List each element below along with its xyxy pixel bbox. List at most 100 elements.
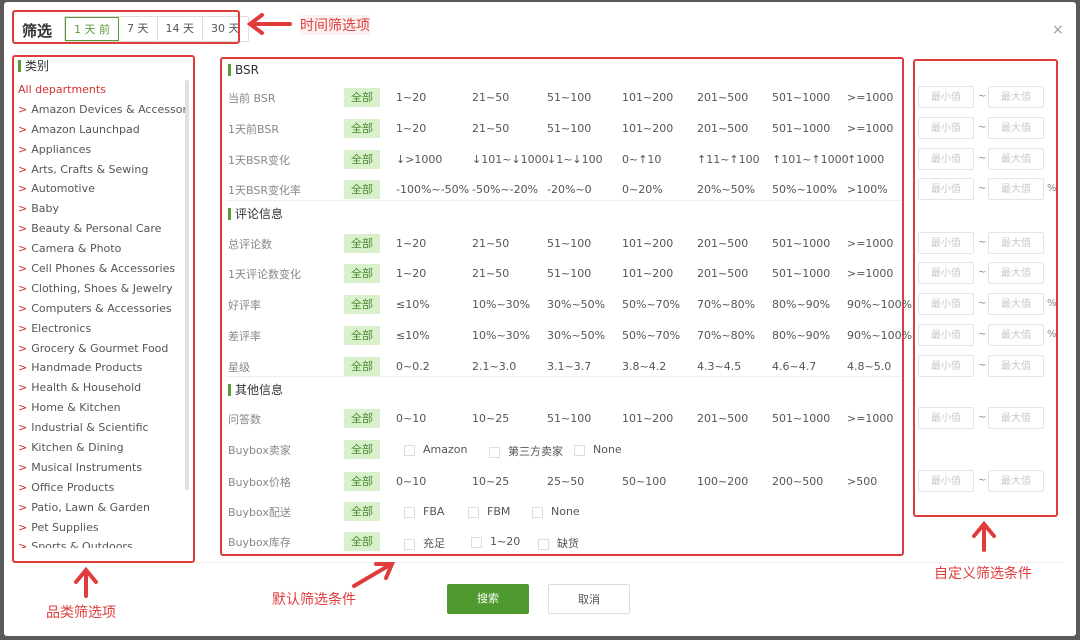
- max-value-input[interactable]: [988, 407, 1044, 429]
- filter-option[interactable]: >500: [847, 475, 877, 488]
- filter-option[interactable]: 51~100: [547, 237, 591, 250]
- all-option-button[interactable]: 全部: [344, 532, 380, 551]
- filter-option[interactable]: 2.1~3.0: [472, 360, 516, 373]
- filter-option[interactable]: 201~500: [697, 237, 748, 250]
- filter-option[interactable]: 10%~30%: [472, 298, 530, 311]
- filter-option[interactable]: 201~500: [697, 91, 748, 104]
- filter-option[interactable]: 51~100: [547, 267, 591, 280]
- filter-option[interactable]: 100~200: [697, 475, 748, 488]
- checkbox[interactable]: [404, 444, 415, 456]
- filter-option[interactable]: 51~100: [547, 412, 591, 425]
- all-option-button[interactable]: 全部: [344, 264, 380, 283]
- filter-option[interactable]: 501~1000: [772, 91, 830, 104]
- checkbox[interactable]: [489, 446, 500, 458]
- all-option-button[interactable]: 全部: [344, 234, 380, 253]
- filter-option[interactable]: 3.8~4.2: [622, 360, 666, 373]
- filter-option[interactable]: 0~10: [396, 412, 426, 425]
- checkbox-option[interactable]: 充足: [404, 535, 445, 551]
- all-option-button[interactable]: 全部: [344, 472, 380, 491]
- filter-option[interactable]: 201~500: [697, 412, 748, 425]
- filter-option[interactable]: 3.1~3.7: [547, 360, 591, 373]
- min-value-input[interactable]: [918, 470, 974, 492]
- all-option-button[interactable]: 全部: [344, 326, 380, 345]
- filter-option[interactable]: ↓101~↓1000: [472, 153, 549, 166]
- checkbox[interactable]: [538, 538, 549, 550]
- checkbox-option[interactable]: None: [574, 443, 622, 456]
- filter-option[interactable]: ≤10%: [396, 298, 430, 311]
- min-value-input[interactable]: [918, 117, 974, 139]
- filter-option[interactable]: 51~100: [547, 122, 591, 135]
- filter-option[interactable]: 101~200: [622, 267, 673, 280]
- filter-option[interactable]: 70%~80%: [697, 298, 755, 311]
- filter-option[interactable]: 90%~100%: [847, 298, 912, 311]
- all-option-button[interactable]: 全部: [344, 409, 380, 428]
- filter-option[interactable]: 25~50: [547, 475, 584, 488]
- max-value-input[interactable]: [988, 470, 1044, 492]
- filter-option[interactable]: 51~100: [547, 91, 591, 104]
- filter-option[interactable]: 101~200: [622, 237, 673, 250]
- filter-option[interactable]: 101~200: [622, 122, 673, 135]
- max-value-input[interactable]: [988, 86, 1044, 108]
- filter-option[interactable]: 50%~70%: [622, 329, 680, 342]
- filter-option[interactable]: 501~1000: [772, 237, 830, 250]
- filter-option[interactable]: 21~50: [472, 237, 509, 250]
- checkbox[interactable]: [404, 538, 415, 550]
- filter-option[interactable]: 80%~90%: [772, 329, 830, 342]
- close-icon[interactable]: ×: [1052, 22, 1064, 38]
- min-value-input[interactable]: [918, 86, 974, 108]
- all-option-button[interactable]: 全部: [344, 357, 380, 376]
- all-option-button[interactable]: 全部: [344, 150, 380, 169]
- filter-option[interactable]: 10~25: [472, 412, 509, 425]
- min-value-input[interactable]: [918, 293, 974, 315]
- filter-option[interactable]: 30%~50%: [547, 329, 605, 342]
- filter-option[interactable]: ↓1~↓100: [547, 153, 603, 166]
- max-value-input[interactable]: [988, 293, 1044, 315]
- filter-option[interactable]: >=1000: [847, 122, 893, 135]
- filter-option[interactable]: 1~20: [396, 237, 426, 250]
- filter-option[interactable]: 4.8~5.0: [847, 360, 891, 373]
- filter-option[interactable]: 501~1000: [772, 122, 830, 135]
- filter-option[interactable]: 1~20: [396, 122, 426, 135]
- filter-option[interactable]: 4.3~4.5: [697, 360, 741, 373]
- filter-option[interactable]: 80%~90%: [772, 298, 830, 311]
- filter-option[interactable]: >100%: [847, 183, 888, 196]
- max-value-input[interactable]: [988, 355, 1044, 377]
- checkbox[interactable]: [471, 536, 482, 548]
- filter-option[interactable]: ↑101~↑1000: [772, 153, 849, 166]
- filter-option[interactable]: 101~200: [622, 91, 673, 104]
- checkbox-option[interactable]: None: [532, 505, 580, 518]
- checkbox-option[interactable]: Amazon: [404, 443, 467, 456]
- min-value-input[interactable]: [918, 232, 974, 254]
- max-value-input[interactable]: [988, 262, 1044, 284]
- checkbox[interactable]: [532, 506, 543, 518]
- checkbox-option[interactable]: FBM: [468, 505, 510, 518]
- checkbox[interactable]: [404, 506, 415, 518]
- filter-option[interactable]: 501~1000: [772, 412, 830, 425]
- filter-option[interactable]: -20%~0: [547, 183, 592, 196]
- filter-option[interactable]: 101~200: [622, 412, 673, 425]
- filter-option[interactable]: 50~100: [622, 475, 666, 488]
- max-value-input[interactable]: [988, 117, 1044, 139]
- filter-option[interactable]: ↓>1000: [396, 153, 442, 166]
- filter-option[interactable]: 70%~80%: [697, 329, 755, 342]
- filter-option[interactable]: 50%~70%: [622, 298, 680, 311]
- filter-option[interactable]: 30%~50%: [547, 298, 605, 311]
- checkbox-option[interactable]: FBA: [404, 505, 444, 518]
- filter-option[interactable]: ↑1000: [847, 153, 884, 166]
- filter-option[interactable]: 0~0.2: [396, 360, 430, 373]
- max-value-input[interactable]: [988, 232, 1044, 254]
- min-value-input[interactable]: [918, 262, 974, 284]
- checkbox-option[interactable]: 缺货: [538, 535, 579, 551]
- all-option-button[interactable]: 全部: [344, 119, 380, 138]
- filter-option[interactable]: -50%~-20%: [472, 183, 538, 196]
- filter-option[interactable]: 21~50: [472, 267, 509, 280]
- filter-option[interactable]: >=1000: [847, 412, 893, 425]
- min-value-input[interactable]: [918, 148, 974, 170]
- filter-option[interactable]: ≤10%: [396, 329, 430, 342]
- filter-option[interactable]: >=1000: [847, 267, 893, 280]
- max-value-input[interactable]: [988, 148, 1044, 170]
- max-value-input[interactable]: [988, 178, 1044, 200]
- max-value-input[interactable]: [988, 324, 1044, 346]
- filter-option[interactable]: 0~20%: [622, 183, 663, 196]
- checkbox-option[interactable]: 1~20: [471, 535, 520, 548]
